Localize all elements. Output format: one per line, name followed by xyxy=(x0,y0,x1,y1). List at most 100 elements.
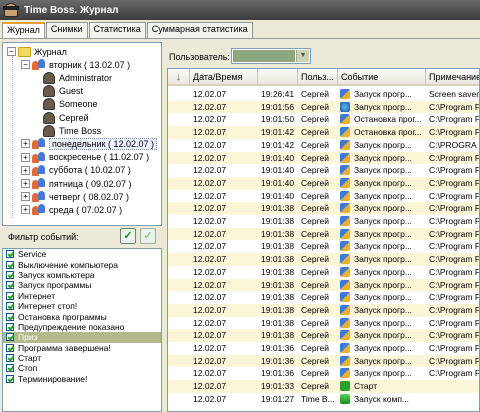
table-row[interactable]: 12.02.07 19:01:42 Сергей Остановка прог... C… xyxy=(168,126,479,139)
collapse-icon[interactable]: − xyxy=(21,60,30,70)
cell-event: Запуск прогр... xyxy=(338,279,426,292)
table-row[interactable]: 12.02.07 19:26:41 Сергей Запуск прогр... Scr… xyxy=(168,88,479,101)
tree-user[interactable]: Administrator xyxy=(43,71,112,84)
filter-item[interactable]: Остановка программы xyxy=(3,311,161,322)
checkbox-checked[interactable] xyxy=(6,364,14,373)
checkbox-checked[interactable] xyxy=(6,291,14,300)
checkbox-checked[interactable] xyxy=(6,343,14,352)
tab-0[interactable]: Журнал xyxy=(2,22,45,39)
table-row[interactable]: 12.02.07 19:01:33 Сергей Старт xyxy=(168,380,479,393)
column-header-3[interactable]: Польз... xyxy=(298,69,338,86)
checkbox-checked[interactable] xyxy=(6,270,14,279)
journal-tree[interactable]: − Журнал − вторник ( 13.02.07 ) Administrato… xyxy=(2,42,162,226)
user-select[interactable]: ▼ xyxy=(231,48,311,64)
cell-event: Запуск прогр... xyxy=(338,101,426,114)
event-filter-list[interactable]: Service Выключение компьютера Запуск компь… xyxy=(2,248,162,412)
filter-item[interactable]: Интернет xyxy=(3,291,161,301)
expand-icon[interactable]: + xyxy=(21,139,30,149)
table-row[interactable]: 12.02.07 19:01:38 Сергей Запуск прогр... C:\… xyxy=(168,266,479,279)
table-row[interactable]: 12.02.07 19:01:38 Сергей Запуск прогр... C:\… xyxy=(168,202,479,215)
filter-item[interactable]: Запуск компьютера xyxy=(3,270,161,280)
filter-item[interactable]: Терминирование! xyxy=(3,374,161,384)
table-row[interactable]: 12.02.07 19:01:40 Сергей Запуск прогр... C:\… xyxy=(168,190,479,203)
expand-icon[interactable]: + xyxy=(21,165,30,175)
cell-time: 19:01:33 xyxy=(261,381,295,392)
tree-user[interactable]: Сергей xyxy=(43,111,89,124)
table-row[interactable]: 12.02.07 19:01:40 Сергей Запуск прогр... C:\… xyxy=(168,164,479,177)
chevron-down-icon[interactable]: ▼ xyxy=(296,50,309,62)
table-row[interactable]: 12.02.07 19:01:36 Сергей Запуск прогр... C:\… xyxy=(168,354,479,368)
checkbox-checked[interactable] xyxy=(6,281,14,290)
collapse-icon[interactable]: − xyxy=(7,47,16,56)
table-row[interactable]: 12.02.07 19:01:38 Сергей Запуск прогр... C:\… xyxy=(168,240,479,253)
table-row[interactable]: 12.02.07 19:01:40 Сергей Запуск прогр... C:\… xyxy=(168,176,479,190)
tree-day[interactable]: + пятница ( 09.02.07 ) xyxy=(21,177,132,190)
sort-arrow-icon[interactable]: ↓ xyxy=(168,69,190,86)
checkbox-checked[interactable] xyxy=(6,260,14,269)
uncheck-all-icon[interactable]: ✓ xyxy=(140,228,156,244)
table-row[interactable]: 12.02.07 19:01:56 Сергей Запуск прогр... C:\… xyxy=(168,100,479,114)
table-row[interactable]: 12.02.07 19:01:42 Сергей Запуск прогр... C:\… xyxy=(168,139,479,152)
expand-icon[interactable]: + xyxy=(21,152,30,162)
filter-item[interactable]: Интернет стоп! xyxy=(3,301,161,311)
filter-item[interactable]: Service xyxy=(3,249,161,259)
filter-item[interactable]: Стоп xyxy=(3,363,161,373)
table-row[interactable]: 12.02.07 19:01:38 Сергей Запуск прогр... C:\… xyxy=(168,303,479,317)
table-row[interactable]: 12.02.07 19:01:38 Сергей Запуск прогр... C:\… xyxy=(168,215,479,228)
tree-day[interactable]: + понедельник ( 12.02.07 ) xyxy=(21,137,158,150)
window-title: Time Boss. Журнал xyxy=(24,4,119,16)
tab-3[interactable]: Суммарная статистика xyxy=(146,22,253,38)
checkbox-checked[interactable] xyxy=(6,322,14,331)
tab-2[interactable]: Статистика xyxy=(88,22,146,38)
filter-item[interactable]: Старт xyxy=(3,353,161,363)
checkbox-checked[interactable] xyxy=(6,354,14,363)
table-row[interactable]: 12.02.07 19:01:38 Сергей Запуск прогр... C:\… xyxy=(168,253,479,266)
filter-item[interactable]: Выключение компьютера xyxy=(3,259,161,270)
checkbox-checked[interactable] xyxy=(6,312,14,321)
table-row[interactable]: 12.02.07 19:01:50 Сергей Остановка прог... C… xyxy=(168,113,479,126)
cell-time: 19:01:38 xyxy=(261,279,295,290)
filter-item[interactable]: Предупреждение показано xyxy=(3,322,161,332)
table-row[interactable]: 12.02.07 19:01:38 Сергей Запуск прогр... C:\… xyxy=(168,317,479,330)
table-row[interactable]: 12.02.07 19:01:36 Сергей Запуск прогр... C:\… xyxy=(168,342,479,355)
column-header-1[interactable]: Дата/Время xyxy=(190,69,258,86)
checkbox-checked[interactable] xyxy=(6,250,14,259)
tree-user[interactable]: Someone xyxy=(43,98,98,111)
filter-item[interactable]: Приз xyxy=(3,332,161,343)
events-grid[interactable]: ↓ Дата/Время Польз... Событие Примечание 12.… xyxy=(167,68,480,412)
cell-time: 19:01:27 xyxy=(261,393,295,404)
column-header-4[interactable]: Событие xyxy=(338,69,426,86)
user-select-value[interactable] xyxy=(233,50,295,62)
tree-day[interactable]: + среда ( 07.02.07 ) xyxy=(21,203,122,216)
tree-day[interactable]: + воскресенье ( 11.02.07 ) xyxy=(21,151,149,164)
column-header-5[interactable]: Примечание xyxy=(426,69,479,86)
expand-icon[interactable]: + xyxy=(21,192,30,202)
filter-item[interactable]: Запуск программы xyxy=(3,280,161,290)
table-row[interactable]: 12.02.07 19:01:27 Time B... Запуск комп... xyxy=(168,393,479,406)
tab-strip: Журнал Снимки Статистика Суммарная статисти… xyxy=(0,22,254,39)
table-row[interactable]: 12.02.07 19:01:38 Сергей Запуск прогр... C:\… xyxy=(168,227,479,241)
tab-1[interactable]: Снимки xyxy=(45,22,88,38)
tree-root[interactable]: − Журнал xyxy=(7,45,67,58)
cell-event: Запуск прогр... xyxy=(338,266,426,279)
check-all-icon[interactable]: ✓ xyxy=(120,228,136,244)
tree-user[interactable]: Time Boss xyxy=(43,124,101,137)
tree-day[interactable]: − вторник ( 13.02.07 ) xyxy=(21,58,130,71)
user-avatar-icon xyxy=(43,124,55,137)
checkbox-checked[interactable] xyxy=(6,302,14,311)
cell-time: 19:01:38 xyxy=(261,228,295,239)
checkbox-checked[interactable] xyxy=(6,374,14,383)
table-row[interactable]: 12.02.07 19:01:38 Сергей Запуск прогр... C:\… xyxy=(168,278,479,292)
filter-item[interactable]: Программа завершена! xyxy=(3,343,161,353)
tree-day[interactable]: + четверг ( 08.02.07 ) xyxy=(21,190,129,203)
table-row[interactable]: 12.02.07 19:01:38 Сергей Запуск прогр... C:\… xyxy=(168,291,479,304)
table-row[interactable]: 12.02.07 19:01:40 Сергей Запуск прогр... C:\… xyxy=(168,151,479,165)
column-header-2[interactable] xyxy=(258,69,298,86)
table-row[interactable]: 12.02.07 19:01:36 Сергей Запуск прогр... C:\… xyxy=(168,367,479,380)
table-row[interactable]: 12.02.07 19:01:38 Сергей Запуск прогр... C:\… xyxy=(168,329,479,342)
expand-icon[interactable]: + xyxy=(21,179,30,188)
tree-day[interactable]: + суббота ( 10.02.07 ) xyxy=(21,164,131,177)
checkbox-checked[interactable] xyxy=(6,333,14,342)
expand-icon[interactable]: + xyxy=(21,205,30,215)
tree-user[interactable]: Guest xyxy=(43,85,83,98)
